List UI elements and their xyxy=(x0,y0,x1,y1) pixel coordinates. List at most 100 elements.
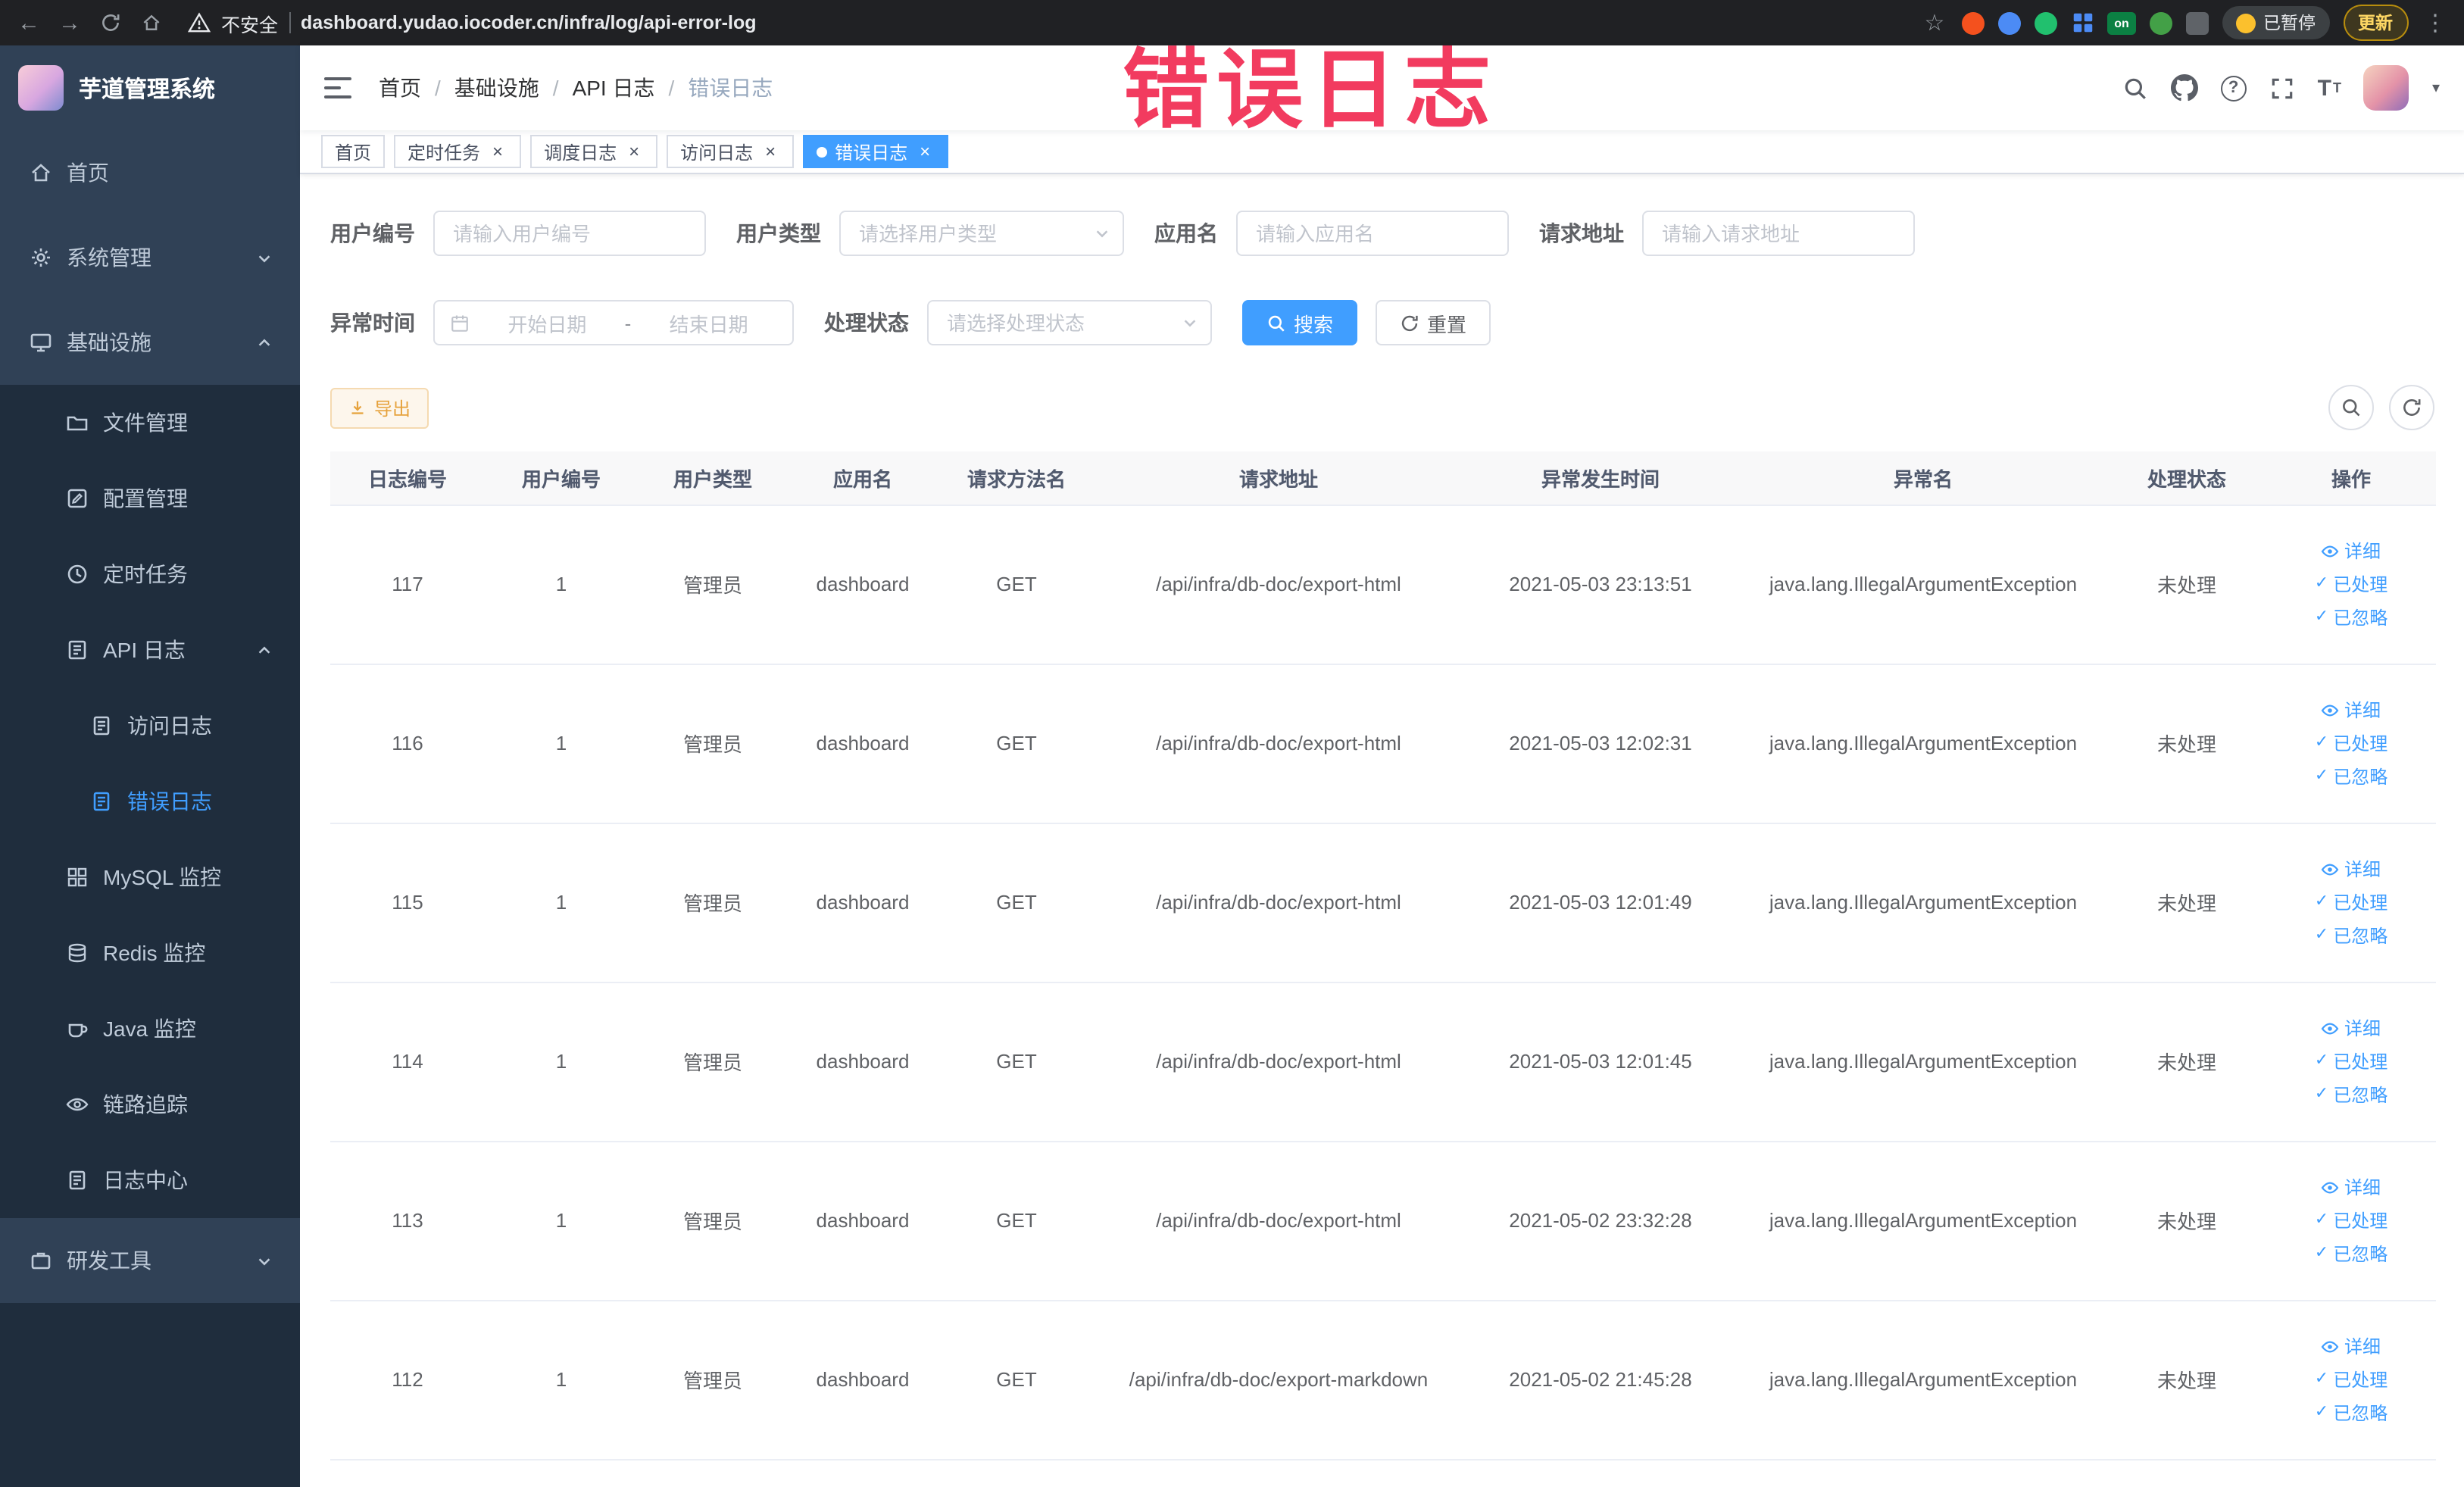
cell-log-id: 114 xyxy=(330,982,485,1142)
address-bar[interactable]: 不安全 dashboard.yudao.iocoder.cn/infra/log… xyxy=(179,8,1907,37)
close-icon[interactable]: × xyxy=(624,142,644,161)
cell-method: GET xyxy=(938,1300,1095,1460)
detail-link[interactable]: 详细 xyxy=(2322,538,2381,564)
sidebar-item-infrastructure[interactable]: 基础设施 xyxy=(0,300,300,385)
search-icon[interactable] xyxy=(2122,75,2148,101)
github-icon[interactable] xyxy=(2170,74,2198,102)
clock-icon xyxy=(64,562,89,586)
sidebar-item-mysql-monitor[interactable]: MySQL 监控 xyxy=(0,839,300,915)
extension-icon[interactable] xyxy=(2150,11,2172,34)
sidebar-item-scheduled-tasks[interactable]: 定时任务 xyxy=(0,536,300,612)
sidebar-item-log-center[interactable]: 日志中心 xyxy=(0,1142,300,1218)
browser-back-icon[interactable]: ← xyxy=(15,11,42,34)
check-icon: ✓ xyxy=(2314,1403,2329,1421)
close-icon[interactable]: × xyxy=(488,142,507,161)
processed-link[interactable]: ✓ 已处理 xyxy=(2315,889,2387,915)
tab-error-log[interactable]: 错误日志 × xyxy=(803,135,949,168)
ignored-link[interactable]: ✓ 已忽略 xyxy=(2315,1241,2387,1267)
export-button[interactable]: 导出 xyxy=(330,387,429,428)
processed-link[interactable]: ✓ 已处理 xyxy=(2315,571,2387,597)
detail-link[interactable]: 详细 xyxy=(2322,1174,2381,1200)
detail-link[interactable]: 详细 xyxy=(2322,1015,2381,1041)
paused-label: 已暂停 xyxy=(2263,15,2316,33)
hamburger-icon[interactable] xyxy=(324,77,351,98)
extension-on-badge[interactable]: on xyxy=(2107,11,2136,34)
detail-link[interactable]: 详细 xyxy=(2322,856,2381,882)
sidebar-item-redis-monitor[interactable]: Redis 监控 xyxy=(0,915,300,991)
process-status-select[interactable] xyxy=(927,300,1212,345)
sidebar-item-config-management[interactable]: 配置管理 xyxy=(0,461,300,536)
help-icon[interactable]: ? xyxy=(2220,75,2247,101)
text-size-icon[interactable]: TT xyxy=(2318,75,2341,101)
user-type-select[interactable] xyxy=(839,211,1124,256)
extension-grid-icon[interactable] xyxy=(2071,11,2094,34)
tab-home[interactable]: 首页 xyxy=(321,135,386,168)
col-header-exception-name: 异常名 xyxy=(1739,451,2107,505)
bookmark-star-icon[interactable]: ☆ xyxy=(1921,11,1948,34)
request-url-input[interactable] xyxy=(1642,211,1915,256)
table-row: 117 1 管理员 dashboard GET /api/infra/db-do… xyxy=(330,505,2436,664)
sidebar-item-trace[interactable]: 链路追踪 xyxy=(0,1067,300,1142)
user-type-select-input[interactable] xyxy=(839,211,1124,256)
briefcase-icon xyxy=(27,1248,53,1273)
browser-home-icon[interactable] xyxy=(138,12,165,33)
app-logo[interactable]: 芋道管理系统 xyxy=(0,45,300,130)
reset-button[interactable]: 重置 xyxy=(1376,300,1491,345)
extension-icon[interactable] xyxy=(2035,11,2057,34)
ignored-link[interactable]: ✓ 已忽略 xyxy=(2315,1082,2387,1107)
processed-link[interactable]: ✓ 已处理 xyxy=(2315,1367,2387,1392)
toggle-search-button[interactable] xyxy=(2328,385,2373,430)
sidebar-item-java-monitor[interactable]: Java 监控 xyxy=(0,991,300,1067)
sidebar-item-system-management[interactable]: 系统管理 xyxy=(0,215,300,300)
sidebar-item-file-management[interactable]: 文件管理 xyxy=(0,385,300,461)
breadcrumb-item[interactable]: API 日志 xyxy=(573,73,655,103)
browser-forward-icon[interactable]: → xyxy=(56,11,83,34)
sidebar-item-access-log[interactable]: 访问日志 xyxy=(0,688,300,764)
edit-icon xyxy=(64,486,89,511)
eye-icon xyxy=(2322,542,2340,560)
chevron-down-icon xyxy=(256,249,273,266)
extensions-puzzle-icon[interactable] xyxy=(2186,11,2209,34)
screen: ← → 不安全 dashboard.yudao.iocoder.cn/infra… xyxy=(0,0,2464,1487)
ignored-link[interactable]: ✓ 已忽略 xyxy=(2315,1400,2387,1426)
tab-label: 调度日志 xyxy=(544,142,617,163)
browser-refresh-icon[interactable] xyxy=(97,12,124,33)
processed-link[interactable]: ✓ 已处理 xyxy=(2315,730,2387,756)
ignored-link[interactable]: ✓ 已忽略 xyxy=(2315,923,2387,948)
breadcrumb-item[interactable]: 首页 xyxy=(379,73,421,103)
tab-scheduled-tasks[interactable]: 定时任务 × xyxy=(394,135,522,168)
refresh-button[interactable] xyxy=(2388,385,2434,430)
update-button[interactable]: 更新 xyxy=(2343,5,2408,41)
processed-link[interactable]: ✓ 已处理 xyxy=(2315,1207,2387,1233)
close-icon[interactable]: × xyxy=(915,142,935,161)
cell-app-name: dashboard xyxy=(788,982,938,1142)
ignored-link[interactable]: ✓ 已忽略 xyxy=(2315,764,2387,789)
fullscreen-icon[interactable] xyxy=(2269,75,2295,101)
close-icon[interactable]: × xyxy=(760,142,780,161)
caret-down-icon[interactable]: ▾ xyxy=(2432,80,2440,96)
tab-access-log[interactable]: 访问日志 × xyxy=(667,135,795,168)
process-status-select-input[interactable] xyxy=(927,300,1212,345)
browser-menu-kebab-icon[interactable]: ⋮ xyxy=(2422,11,2449,34)
sidebar-item-api-log[interactable]: API 日志 xyxy=(0,612,300,688)
breadcrumb-item[interactable]: 基础设施 xyxy=(454,73,539,103)
paused-badge[interactable]: 已暂停 xyxy=(2222,6,2329,39)
start-date-placeholder: 开始日期 xyxy=(507,313,587,336)
sidebar-item-home[interactable]: 首页 xyxy=(0,130,300,215)
sidebar-item-error-log[interactable]: 错误日志 xyxy=(0,764,300,839)
extension-icon[interactable] xyxy=(1998,11,2021,34)
extension-icon[interactable] xyxy=(1962,11,1985,34)
sidebar-item-dev-tools[interactable]: 研发工具 xyxy=(0,1218,300,1303)
ignored-link[interactable]: ✓ 已忽略 xyxy=(2315,604,2387,630)
tab-schedule-log[interactable]: 调度日志 × xyxy=(530,135,658,168)
user-id-input[interactable] xyxy=(433,211,706,256)
app-name-input[interactable] xyxy=(1236,211,1509,256)
search-button[interactable]: 搜索 xyxy=(1242,300,1358,345)
processed-link[interactable]: ✓ 已处理 xyxy=(2315,1048,2387,1074)
detail-link[interactable]: 详细 xyxy=(2322,1333,2381,1359)
sidebar: 芋道管理系统 首页 系统管理 基础设施 文件管理 配置管理 定时任务 API 日… xyxy=(0,45,300,1487)
date-range-picker[interactable]: 开始日期 - 结束日期 xyxy=(433,300,794,345)
cell-app-name: dashboard xyxy=(788,1300,938,1460)
detail-link[interactable]: 详细 xyxy=(2322,697,2381,723)
user-avatar[interactable] xyxy=(2363,65,2409,111)
